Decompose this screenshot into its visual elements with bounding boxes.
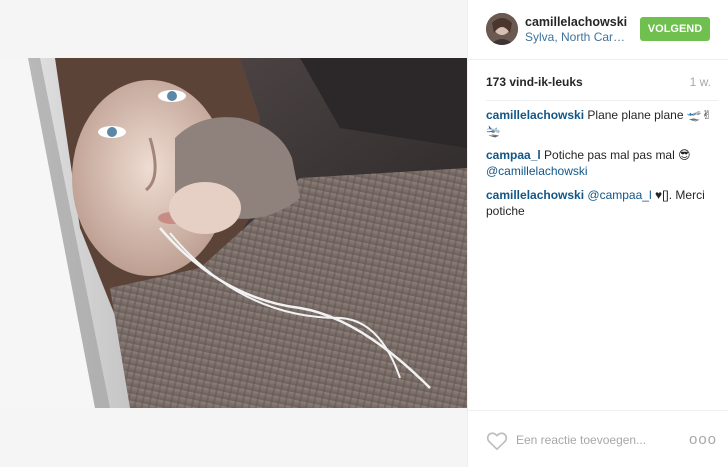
selfie-photo-illustration [0, 58, 467, 408]
post-age[interactable]: 1 w. [690, 75, 711, 89]
post-header: camillelachowski Sylva, North Carolina V… [468, 0, 728, 60]
following-button[interactable]: VOLGEND [640, 17, 710, 41]
comment-text: Potiche pas mal pas mal 😎 [544, 148, 691, 162]
comment-item: camillelachowski @campaa_l ♥[]. Merci po… [486, 187, 718, 219]
heart-icon[interactable] [486, 431, 508, 451]
comment-username[interactable]: camillelachowski [486, 188, 584, 202]
comment-mention[interactable]: @campaa_l [587, 188, 651, 202]
heart-outline-graphic [486, 432, 508, 450]
avatar-image [486, 13, 518, 45]
comment-username[interactable]: campaa_l [486, 148, 541, 162]
likes-count[interactable]: 173 vind-ik-leuks [486, 75, 583, 89]
instagram-post: camillelachowski Sylva, North Carolina V… [0, 0, 728, 467]
comment-username[interactable]: camillelachowski [486, 108, 584, 122]
more-options-icon[interactable]: ooo [689, 432, 716, 448]
avatar[interactable] [486, 13, 518, 45]
comment-list: camillelachowski Plane plane plane 🛫✌🛬 c… [486, 100, 718, 227]
post-photo[interactable] [0, 58, 467, 408]
comment-mention[interactable]: @camillelachowski [486, 164, 588, 178]
photo-pane [0, 0, 467, 467]
comment-item: camillelachowski Plane plane plane 🛫✌🛬 [486, 107, 718, 139]
comment-item: campaa_l Potiche pas mal pas mal 😎 @cami… [486, 147, 718, 179]
post-side-pane: camillelachowski Sylva, North Carolina V… [467, 0, 728, 467]
add-comment-input[interactable] [516, 430, 666, 450]
post-stats: 173 vind-ik-leuks 1 w. [486, 75, 711, 91]
post-location[interactable]: Sylva, North Carolina [525, 30, 629, 44]
post-author-username[interactable]: camillelachowski [525, 15, 627, 29]
post-footer: ooo [468, 410, 728, 467]
